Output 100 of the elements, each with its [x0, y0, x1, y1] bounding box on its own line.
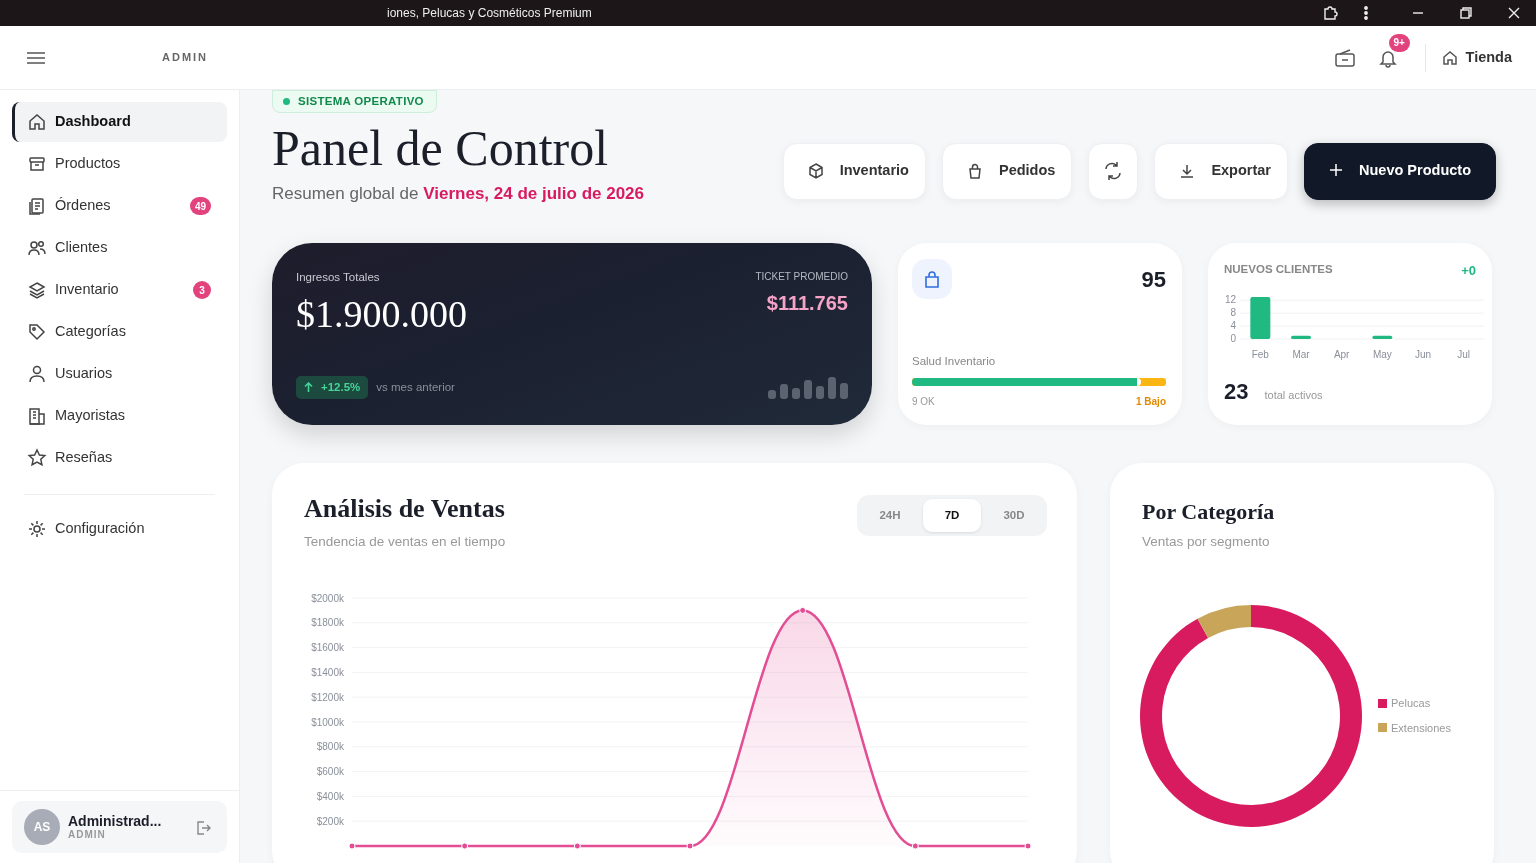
data-point: [911, 842, 919, 850]
sidebar-item[interactable]: Clientes: [12, 228, 227, 268]
axis-label: $400k: [316, 791, 344, 802]
action-button[interactable]: Pedidos: [941, 142, 1073, 200]
count-badge: 3: [193, 281, 211, 299]
ok-count: 9 OK: [912, 395, 935, 410]
axis-label: Apr: [1333, 348, 1350, 360]
box-icon: [27, 154, 47, 174]
menu-icon: [26, 50, 46, 67]
axis-label: Mar: [1292, 348, 1310, 360]
sidebar-item[interactable]: Mayoristas: [12, 396, 227, 436]
clients-title: NUEVOS CLIENTES: [1224, 262, 1333, 278]
more-icon: [1364, 5, 1368, 21]
sales-subtitle: Tendencia de ventas en el tiempo: [304, 532, 506, 551]
download-icon: [1179, 163, 1196, 180]
axis-label: $200k: [316, 815, 344, 827]
user-name: Administrad...: [68, 813, 163, 830]
sidebar-item[interactable]: Órdenes 49: [12, 186, 227, 226]
arrow-up-icon: [304, 382, 313, 394]
change-note: vs mes anterior: [376, 380, 455, 395]
inventory-label: Salud Inventario: [912, 354, 997, 369]
home-icon: [1441, 49, 1458, 66]
layers-icon: [27, 280, 47, 300]
user-icon: [27, 364, 47, 384]
data-point: [686, 842, 694, 850]
axis-label: $600k: [316, 766, 344, 778]
legend-label: Extensiones: [1391, 720, 1451, 736]
category-title: Por Categoría: [1142, 498, 1276, 527]
ticket-value: $111.765: [765, 291, 848, 317]
sidebar-item[interactable]: Dashboard: [12, 102, 227, 142]
sidebar-item[interactable]: Categorías: [12, 312, 227, 352]
puzzle-icon: [1322, 5, 1338, 21]
clients-total-note: total activos: [1264, 387, 1323, 403]
change-badge: +12.5%: [296, 376, 369, 400]
gear-icon: [27, 519, 47, 539]
page-title: Panel de Control: [272, 122, 610, 173]
axis-label: 12: [1224, 294, 1236, 305]
admin-label: ADMIN: [162, 50, 209, 66]
inventory-count: 95: [1141, 266, 1166, 295]
restore-icon: [1460, 7, 1472, 19]
count-badge: 49: [189, 197, 211, 215]
data-point: [1024, 842, 1032, 850]
axis-label: $1600k: [311, 642, 344, 654]
star-icon: [27, 448, 47, 468]
refresh-icon: [1103, 161, 1124, 182]
status-badge: SISTEMA OPERATIVO: [272, 90, 437, 114]
user-role: ADMIN: [68, 829, 107, 841]
axis-label: 0: [1230, 332, 1236, 344]
bar: [1291, 335, 1311, 339]
axis-label: $2000k: [311, 592, 344, 604]
legend-label: Pelucas: [1391, 696, 1431, 711]
sidebar-item[interactable]: Productos: [12, 144, 227, 184]
page-subtitle: Resumen global de Viernes, 24 de julio de 2026: [272, 182, 645, 205]
revenue-label: Ingresos Totales: [296, 270, 381, 286]
sidebar-item[interactable]: Usuarios: [12, 354, 227, 394]
axis-label: $1400k: [311, 667, 344, 678]
range-tab[interactable]: 7D: [923, 499, 981, 533]
store-link[interactable]: Tienda: [1441, 46, 1512, 69]
revenue-value: $1.900.000: [296, 294, 467, 333]
sidebar-item[interactable]: Reseñas: [12, 438, 227, 478]
refresh-button[interactable]: [1088, 142, 1139, 200]
sidebar-item[interactable]: Configuración: [12, 509, 227, 549]
axis-label: $1800k: [311, 617, 344, 629]
logout-icon: [195, 819, 211, 836]
notification-badge: 9+: [1388, 33, 1410, 52]
building-icon: [27, 406, 47, 426]
axis-label: $1000k: [311, 716, 344, 728]
data-point: [799, 607, 807, 614]
home-icon: [27, 112, 47, 132]
ticket-label: TICKET PROMEDIO: [755, 270, 848, 285]
axis-label: $1200k: [311, 691, 344, 703]
user-avatar: AS: [24, 809, 60, 845]
radio-icon: [1334, 49, 1355, 68]
axis-label: 4: [1230, 319, 1236, 331]
axis-label: 8: [1230, 306, 1236, 318]
bag-icon: [966, 163, 983, 180]
clients-total: 23: [1224, 377, 1249, 406]
new-product-button[interactable]: Nuevo Producto: [1304, 142, 1496, 200]
axis-label: Jun: [1414, 348, 1432, 360]
axis-label: Feb: [1251, 348, 1269, 360]
action-button[interactable]: Inventario: [782, 142, 926, 200]
cube-icon: [807, 163, 824, 180]
axis-label: $800k: [316, 741, 344, 753]
data-point: [461, 842, 469, 850]
sidebar-item[interactable]: Inventario 3: [12, 270, 227, 310]
category-subtitle: Ventas por segmento: [1142, 533, 1271, 552]
data-point: [573, 842, 581, 850]
bar: [1250, 296, 1271, 339]
window-title: iones, Pelucas y Cosméticos Premium: [387, 5, 592, 22]
bag-icon: [924, 270, 940, 289]
action-button[interactable]: Exportar: [1154, 142, 1288, 200]
users-icon: [27, 238, 47, 258]
clients-change: +0: [1461, 262, 1476, 281]
document-icon: [27, 196, 47, 216]
axis-label: May: [1372, 348, 1392, 360]
bar: [1372, 335, 1393, 339]
data-point: [348, 842, 356, 850]
close-icon: [1508, 7, 1520, 19]
tag-icon: [27, 322, 47, 342]
sales-title: Análisis de Ventas: [304, 495, 506, 524]
